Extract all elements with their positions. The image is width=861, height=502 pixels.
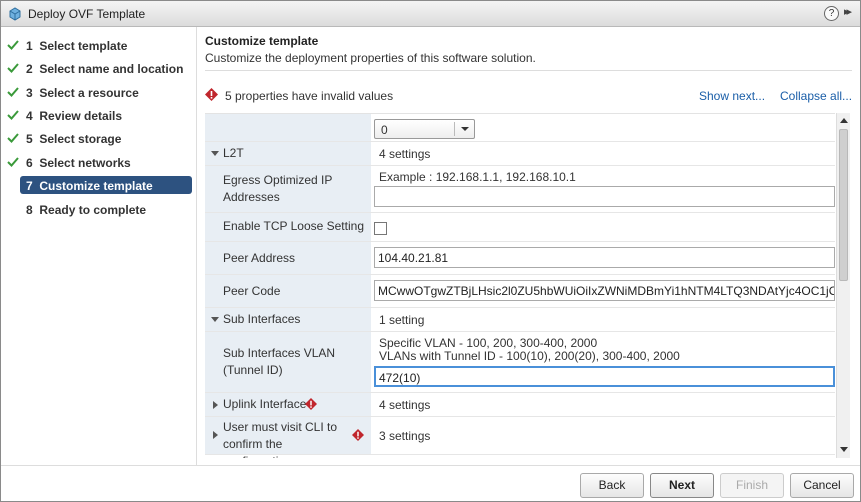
group-label: User must visit CLI to confirm the confi…: [223, 420, 338, 458]
cancel-button[interactable]: Cancel: [790, 473, 854, 498]
table-row: Peer Code MCwwOTgwZTBjLHsic2l0ZU5hbWUiOi…: [205, 275, 835, 308]
back-button[interactable]: Back: [580, 473, 644, 498]
show-next-link[interactable]: Show next...: [699, 89, 765, 103]
table-row: Enable TCP Loose Setting: [205, 213, 835, 242]
step-label: Select networks: [39, 156, 131, 170]
fast-forward-icon[interactable]: ▸▸: [844, 5, 852, 18]
value-select[interactable]: 0: [374, 119, 475, 139]
tcp-loose-checkbox[interactable]: [374, 222, 387, 235]
step-ready-to-complete[interactable]: 8 Ready to complete: [1, 200, 197, 220]
group-row-l2t[interactable]: L2T 4 settings: [205, 142, 835, 166]
check-icon: [7, 110, 19, 120]
group-summary: 1 setting: [379, 313, 425, 327]
egress-label: Egress Optimized IP Addresses: [223, 173, 333, 204]
step-select-a-resource[interactable]: 3 Select a resource: [1, 83, 197, 103]
peer-code-label: Peer Code: [223, 284, 281, 298]
step-number: 5: [26, 132, 33, 146]
help-icon[interactable]: ?: [824, 6, 839, 21]
step-review-details[interactable]: 4 Review details: [1, 106, 197, 126]
error-icon: [305, 398, 317, 410]
group-label: L2T: [223, 146, 244, 160]
step-select-networks[interactable]: 6 Select networks: [1, 153, 197, 173]
expand-arrow-icon[interactable]: [211, 317, 219, 322]
table-row: Egress Optimized IP Addresses Example : …: [205, 166, 835, 213]
step-customize-template[interactable]: 7 Customize template: [1, 176, 197, 196]
check-icon: [7, 63, 19, 73]
dialog-footer: Back Next Finish Cancel: [1, 465, 860, 501]
step-number: 7: [26, 179, 33, 193]
expand-arrow-icon[interactable]: [213, 401, 218, 409]
divider: [205, 70, 852, 71]
peer-code-input[interactable]: MCwwOTgwZTBjLHsic2l0ZU5hbWUiOiIxZWNiMDBm…: [374, 280, 835, 301]
group-summary: 4 settings: [379, 147, 431, 161]
main-panel: Customize template Customize the deploym…: [198, 27, 860, 465]
step-label: Select name and location: [39, 62, 184, 76]
step-select-storage[interactable]: 5 Select storage: [1, 129, 197, 149]
step-number: 1: [26, 39, 33, 53]
step-number: 4: [26, 109, 33, 123]
properties-grid: 0 L2T 4 settings Egress Optimized IP Add…: [205, 113, 835, 458]
finish-button[interactable]: Finish: [720, 473, 784, 498]
check-icon: [7, 157, 19, 167]
vertical-scrollbar[interactable]: [836, 113, 850, 458]
next-button[interactable]: Next: [650, 473, 714, 498]
error-icon: [205, 88, 218, 101]
sub-vlan-label: Sub Interfaces VLAN (Tunnel ID): [223, 346, 336, 377]
sub-vlan-hint-2: VLANs with Tunnel ID - 100(10), 200(20),…: [379, 349, 680, 363]
scroll-up-icon[interactable]: [840, 118, 848, 123]
dialog-title: Deploy OVF Template: [28, 7, 146, 21]
egress-ip-input[interactable]: [374, 186, 835, 207]
page-subtitle: Customize the deployment properties of t…: [205, 51, 536, 65]
check-icon: [7, 87, 19, 97]
group-summary: 4 settings: [379, 398, 431, 412]
scroll-thumb[interactable]: [839, 129, 848, 281]
step-number: 3: [26, 86, 33, 100]
chevron-down-icon: [461, 127, 469, 131]
title-bar: Deploy OVF Template ? ▸▸: [1, 1, 860, 27]
deploy-ovf-dialog: Deploy OVF Template ? ▸▸ 1 Select templa…: [0, 0, 861, 502]
collapse-all-link[interactable]: Collapse all...: [780, 89, 852, 103]
group-row-uplink[interactable]: Uplink Interface 4 settings: [205, 393, 835, 417]
select-value: 0: [381, 123, 388, 137]
table-row: 0: [205, 114, 835, 142]
wizard-steps: 1 Select template 2 Select name and loca…: [1, 27, 197, 465]
peer-address-label: Peer Address: [223, 251, 296, 265]
sub-vlan-input[interactable]: 472(10): [374, 366, 835, 387]
expand-arrow-icon[interactable]: [211, 151, 219, 156]
step-label: Review details: [39, 109, 123, 123]
step-label: Ready to complete: [39, 203, 147, 217]
page-title: Customize template: [205, 34, 319, 48]
step-label: Select a resource: [39, 86, 139, 100]
step-select-name-and-location[interactable]: 2 Select name and location: [1, 59, 197, 79]
step-label: Select template: [39, 39, 128, 53]
warning-text: 5 properties have invalid values: [225, 89, 394, 103]
egress-hint: Example : 192.168.1.1, 192.168.10.1: [379, 170, 576, 184]
error-icon: [352, 429, 364, 441]
step-select-template[interactable]: 1 Select template: [1, 36, 197, 56]
group-summary: 3 settings: [379, 429, 431, 443]
check-icon: [7, 133, 19, 143]
group-row-cli[interactable]: User must visit CLI to confirm the confi…: [205, 417, 835, 458]
step-label: Customize template: [39, 179, 153, 193]
group-row-sub-interfaces[interactable]: Sub Interfaces 1 setting: [205, 308, 835, 332]
group-label: Sub Interfaces: [223, 312, 301, 326]
step-number: 6: [26, 156, 33, 170]
step-number: 8: [26, 203, 33, 217]
table-row: Peer Address 104.40.21.81: [205, 242, 835, 275]
table-row: Sub Interfaces VLAN (Tunnel ID) Specific…: [205, 332, 835, 393]
ovf-template-icon: [9, 7, 21, 21]
step-label: Select storage: [39, 132, 122, 146]
peer-address-input[interactable]: 104.40.21.81: [374, 247, 835, 268]
tcp-loose-label: Enable TCP Loose Setting: [223, 219, 364, 233]
expand-arrow-icon[interactable]: [213, 431, 218, 439]
sub-vlan-hint-1: Specific VLAN - 100, 200, 300-400, 2000: [379, 336, 598, 350]
check-icon: [7, 40, 19, 50]
scroll-down-icon[interactable]: [840, 447, 848, 452]
group-label: Uplink Interface: [223, 397, 307, 411]
step-number: 2: [26, 62, 33, 76]
